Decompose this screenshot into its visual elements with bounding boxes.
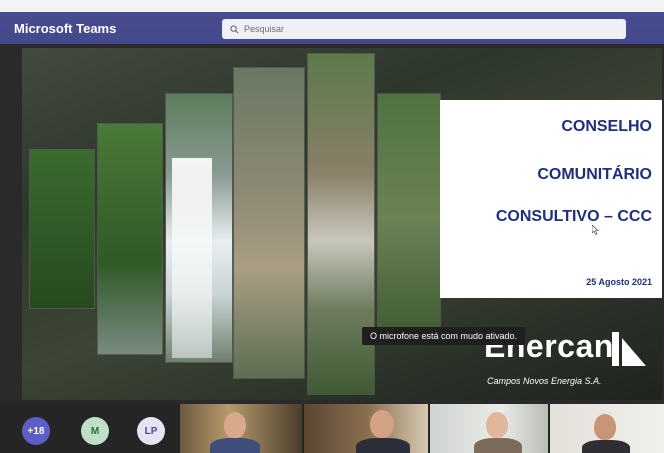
brand-subtitle: Campos Novos Energia S.A.: [487, 376, 602, 386]
brand-logo-icon: [612, 332, 648, 371]
spillway-water: [172, 158, 212, 358]
photo-strip-6: [378, 94, 440, 344]
participant-video-tile[interactable]: [304, 404, 428, 453]
participant-face: [224, 412, 246, 438]
participant-roster: +18 M LP: [0, 404, 664, 453]
participant-body: [582, 440, 630, 453]
presentation-slide: CONSELHO COMUNITÁRIO CONSULTIVO – CCC 25…: [22, 48, 662, 400]
participant-avatar[interactable]: M: [81, 417, 109, 445]
slide-title-box: CONSELHO COMUNITÁRIO CONSULTIVO – CCC 25…: [440, 100, 662, 298]
app-title: Microsoft Teams: [14, 21, 117, 36]
search-box[interactable]: Pesquisar: [222, 19, 626, 39]
slide-title-line-3: CONSULTIVO – CCC: [495, 208, 652, 225]
participant-avatar[interactable]: LP: [137, 417, 165, 445]
participant-body: [474, 438, 522, 453]
slide-title-line-1: CONSELHO: [561, 118, 652, 135]
participant-body: [356, 438, 410, 453]
participant-video-tile[interactable]: [430, 404, 548, 453]
participant-face: [370, 410, 394, 438]
slide-title-line-2: COMUNITÁRIO: [537, 166, 652, 183]
slide-date: 25 Agosto 2021: [586, 277, 652, 287]
photo-strip-4: [234, 68, 304, 378]
overflow-participants-badge[interactable]: +18: [22, 417, 50, 445]
photo-strip-1: [30, 150, 94, 308]
participant-face: [486, 412, 508, 438]
search-placeholder: Pesquisar: [244, 24, 285, 34]
mouse-cursor-icon: [591, 222, 599, 240]
participant-video-tile[interactable]: [180, 404, 302, 453]
mute-notification: O microfone está com mudo ativado.: [362, 327, 526, 345]
title-bar: Microsoft Teams Pesquisar: [0, 0, 664, 44]
search-icon: [230, 24, 239, 34]
participant-face: [594, 414, 616, 440]
participant-video-tile[interactable]: [550, 404, 664, 453]
participant-body: [210, 438, 260, 453]
photo-strip-2: [98, 124, 162, 354]
shared-screen: CONSELHO COMUNITÁRIO CONSULTIVO – CCC 25…: [0, 44, 664, 404]
